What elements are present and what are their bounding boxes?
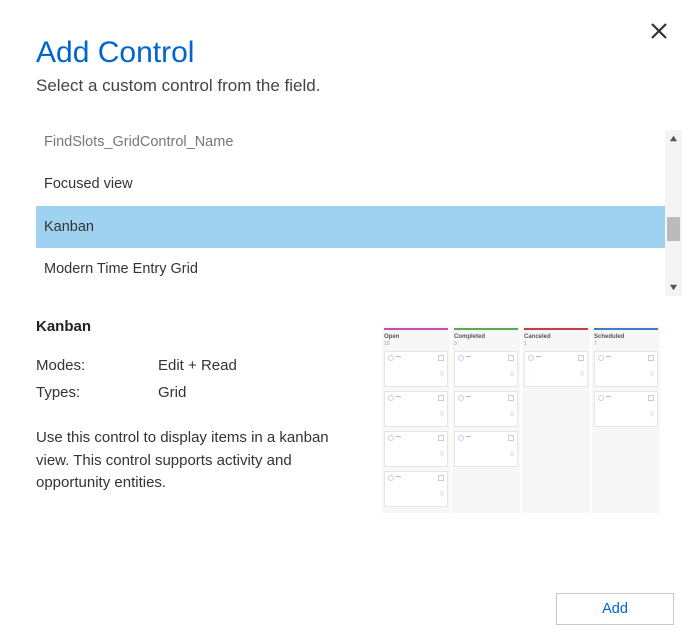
control-list-item[interactable]: Focused view bbox=[36, 163, 668, 205]
property-value: Grid bbox=[158, 384, 186, 401]
control-details: Kanban Modes:Edit + ReadTypes:Grid Use t… bbox=[0, 296, 696, 513]
kanban-preview-column: Open10—··· ··—··· ··—··· ··—··· ·· bbox=[382, 326, 450, 513]
property-value: Edit + Read bbox=[158, 357, 237, 374]
control-description: Use this control to display items in a k… bbox=[36, 427, 362, 495]
add-button[interactable]: Add bbox=[556, 593, 674, 625]
control-preview: Open10—··· ··—··· ··—··· ··—··· ··Comple… bbox=[382, 318, 660, 513]
dialog-footer: Add bbox=[556, 593, 674, 625]
control-list-item[interactable]: Modern Time Entry Grid bbox=[36, 248, 668, 290]
chevron-down-icon bbox=[669, 283, 678, 292]
close-icon bbox=[650, 22, 668, 40]
dialog-title: Add Control bbox=[36, 36, 660, 70]
dialog-subtitle: Select a custom control from the field. bbox=[36, 76, 660, 96]
kanban-preview-column: Completed3—··· ··—··· ··—··· ·· bbox=[452, 326, 520, 513]
property-label: Types: bbox=[36, 384, 158, 401]
kanban-preview-image: Open10—··· ··—··· ··—··· ··—··· ··Comple… bbox=[382, 326, 660, 513]
control-list: FindSlots_GridControl_NameFocused viewKa… bbox=[36, 130, 668, 296]
dialog-header: Add Control Select a custom control from… bbox=[0, 0, 696, 108]
list-scrollbar[interactable] bbox=[665, 130, 682, 296]
control-list-item[interactable]: Kanban bbox=[36, 206, 668, 248]
close-button[interactable] bbox=[650, 22, 668, 42]
property-row: Modes:Edit + Read bbox=[36, 357, 362, 374]
kanban-preview-column: Scheduled7—··· ··—··· ·· bbox=[592, 326, 660, 513]
chevron-up-icon bbox=[669, 134, 678, 143]
details-text-column: Kanban Modes:Edit + ReadTypes:Grid Use t… bbox=[36, 318, 362, 513]
scrollbar-thumb[interactable] bbox=[667, 217, 680, 241]
control-list-item[interactable]: New Schedule Board bbox=[36, 290, 668, 296]
kanban-preview-column: Canceled1—··· ·· bbox=[522, 326, 590, 513]
control-list-container: FindSlots_GridControl_NameFocused viewKa… bbox=[0, 130, 696, 296]
add-control-dialog: Add Control Select a custom control from… bbox=[0, 0, 696, 639]
scrollbar-track[interactable] bbox=[665, 147, 682, 279]
property-label: Modes: bbox=[36, 357, 158, 374]
property-row: Types:Grid bbox=[36, 384, 362, 401]
selected-control-name: Kanban bbox=[36, 318, 362, 335]
scroll-down-button[interactable] bbox=[665, 279, 682, 296]
control-properties: Modes:Edit + ReadTypes:Grid bbox=[36, 357, 362, 401]
control-list-item[interactable]: FindSlots_GridControl_Name bbox=[36, 130, 668, 163]
control-list-viewport: FindSlots_GridControl_NameFocused viewKa… bbox=[36, 130, 668, 296]
scroll-up-button[interactable] bbox=[665, 130, 682, 147]
